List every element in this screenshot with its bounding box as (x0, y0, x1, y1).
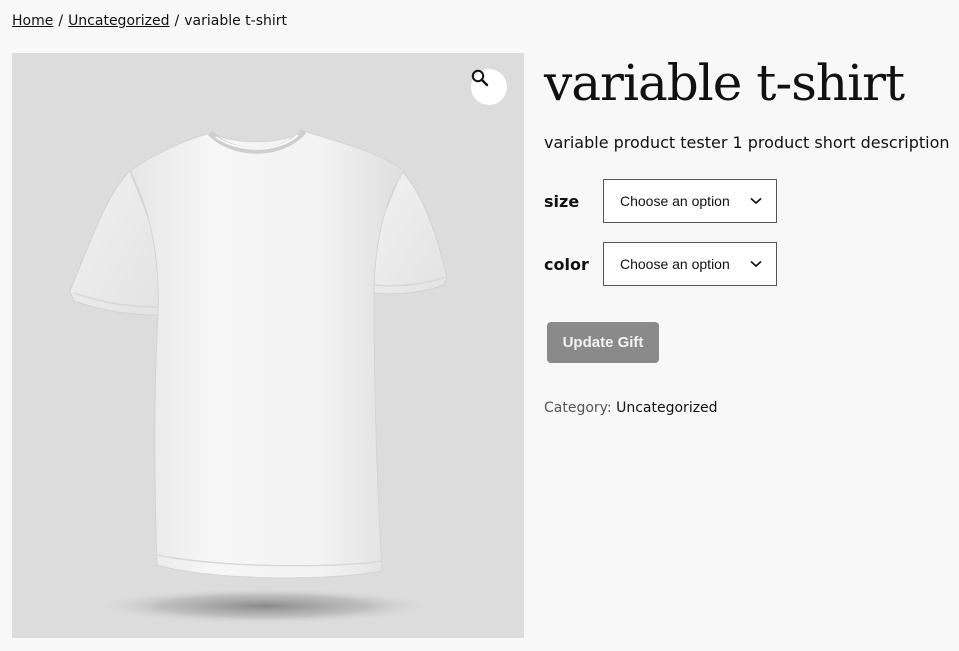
product-image[interactable] (12, 53, 524, 638)
product-meta: Category: Uncategorized (544, 400, 718, 416)
product-gallery[interactable] (12, 53, 524, 638)
category-label: Category: (544, 400, 612, 416)
size-select[interactable]: Choose an option (603, 179, 777, 223)
update-gift-button[interactable]: Update Gift (547, 322, 659, 363)
color-select-value: Choose an option (620, 256, 730, 272)
breadcrumb-home-link[interactable]: Home (12, 13, 53, 29)
product-short-description: variable product tester 1 product short … (544, 133, 950, 152)
variation-row-color: color Choose an option (544, 242, 777, 286)
magnifier-icon (471, 69, 489, 87)
shirt-body (129, 130, 405, 579)
breadcrumb-category-link[interactable]: Uncategorized (68, 13, 169, 29)
product-title: variable t-shirt (544, 54, 905, 112)
shirt-shadow (94, 588, 434, 624)
variation-label-size: size (544, 191, 580, 211)
category-link[interactable]: Uncategorized (616, 400, 717, 416)
breadcrumb: Home / Uncategorized / variable t-shirt (12, 13, 287, 29)
zoom-button[interactable] (471, 69, 507, 105)
chevron-down-icon (750, 260, 762, 268)
size-select-value: Choose an option (620, 193, 730, 209)
color-select[interactable]: Choose an option (603, 242, 777, 286)
breadcrumb-current: variable t-shirt (184, 13, 288, 29)
product-summary: variable t-shirt variable product tester… (544, 53, 954, 416)
chevron-down-icon (750, 197, 762, 205)
breadcrumb-separator: / (174, 13, 180, 29)
variation-label-color: color (544, 254, 589, 274)
breadcrumb-separator: / (58, 13, 64, 29)
variation-row-size: size Choose an option (544, 179, 777, 223)
